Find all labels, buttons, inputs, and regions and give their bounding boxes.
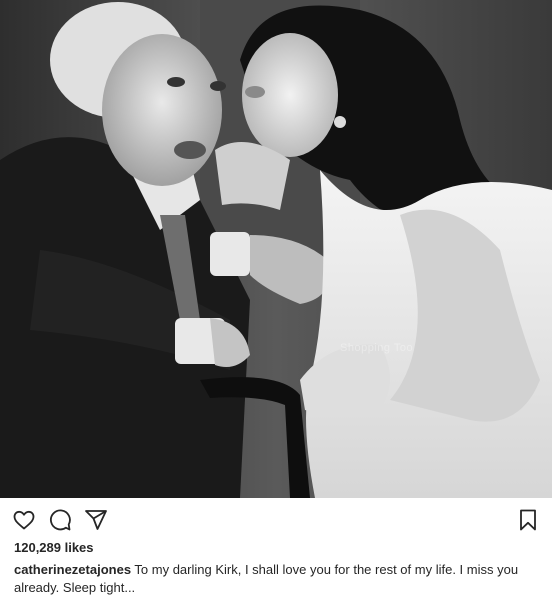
instagram-post: Shopping Too 120,289 likes catherinezeta… (0, 0, 552, 599)
caption-username[interactable]: catherinezetajones (14, 562, 131, 577)
bookmark-icon[interactable] (516, 508, 540, 532)
like-count[interactable]: 120,289 likes (14, 540, 94, 555)
post-photo[interactable]: Shopping Too (0, 0, 552, 498)
heart-icon[interactable] (12, 508, 36, 532)
photo-watermark: Shopping Too (340, 342, 414, 354)
post-action-bar (0, 498, 552, 540)
share-icon[interactable] (84, 508, 108, 532)
post-caption: catherinezetajones To my darling Kirk, I… (14, 561, 534, 597)
comment-icon[interactable] (48, 508, 72, 532)
black-and-white-photo (0, 0, 552, 498)
